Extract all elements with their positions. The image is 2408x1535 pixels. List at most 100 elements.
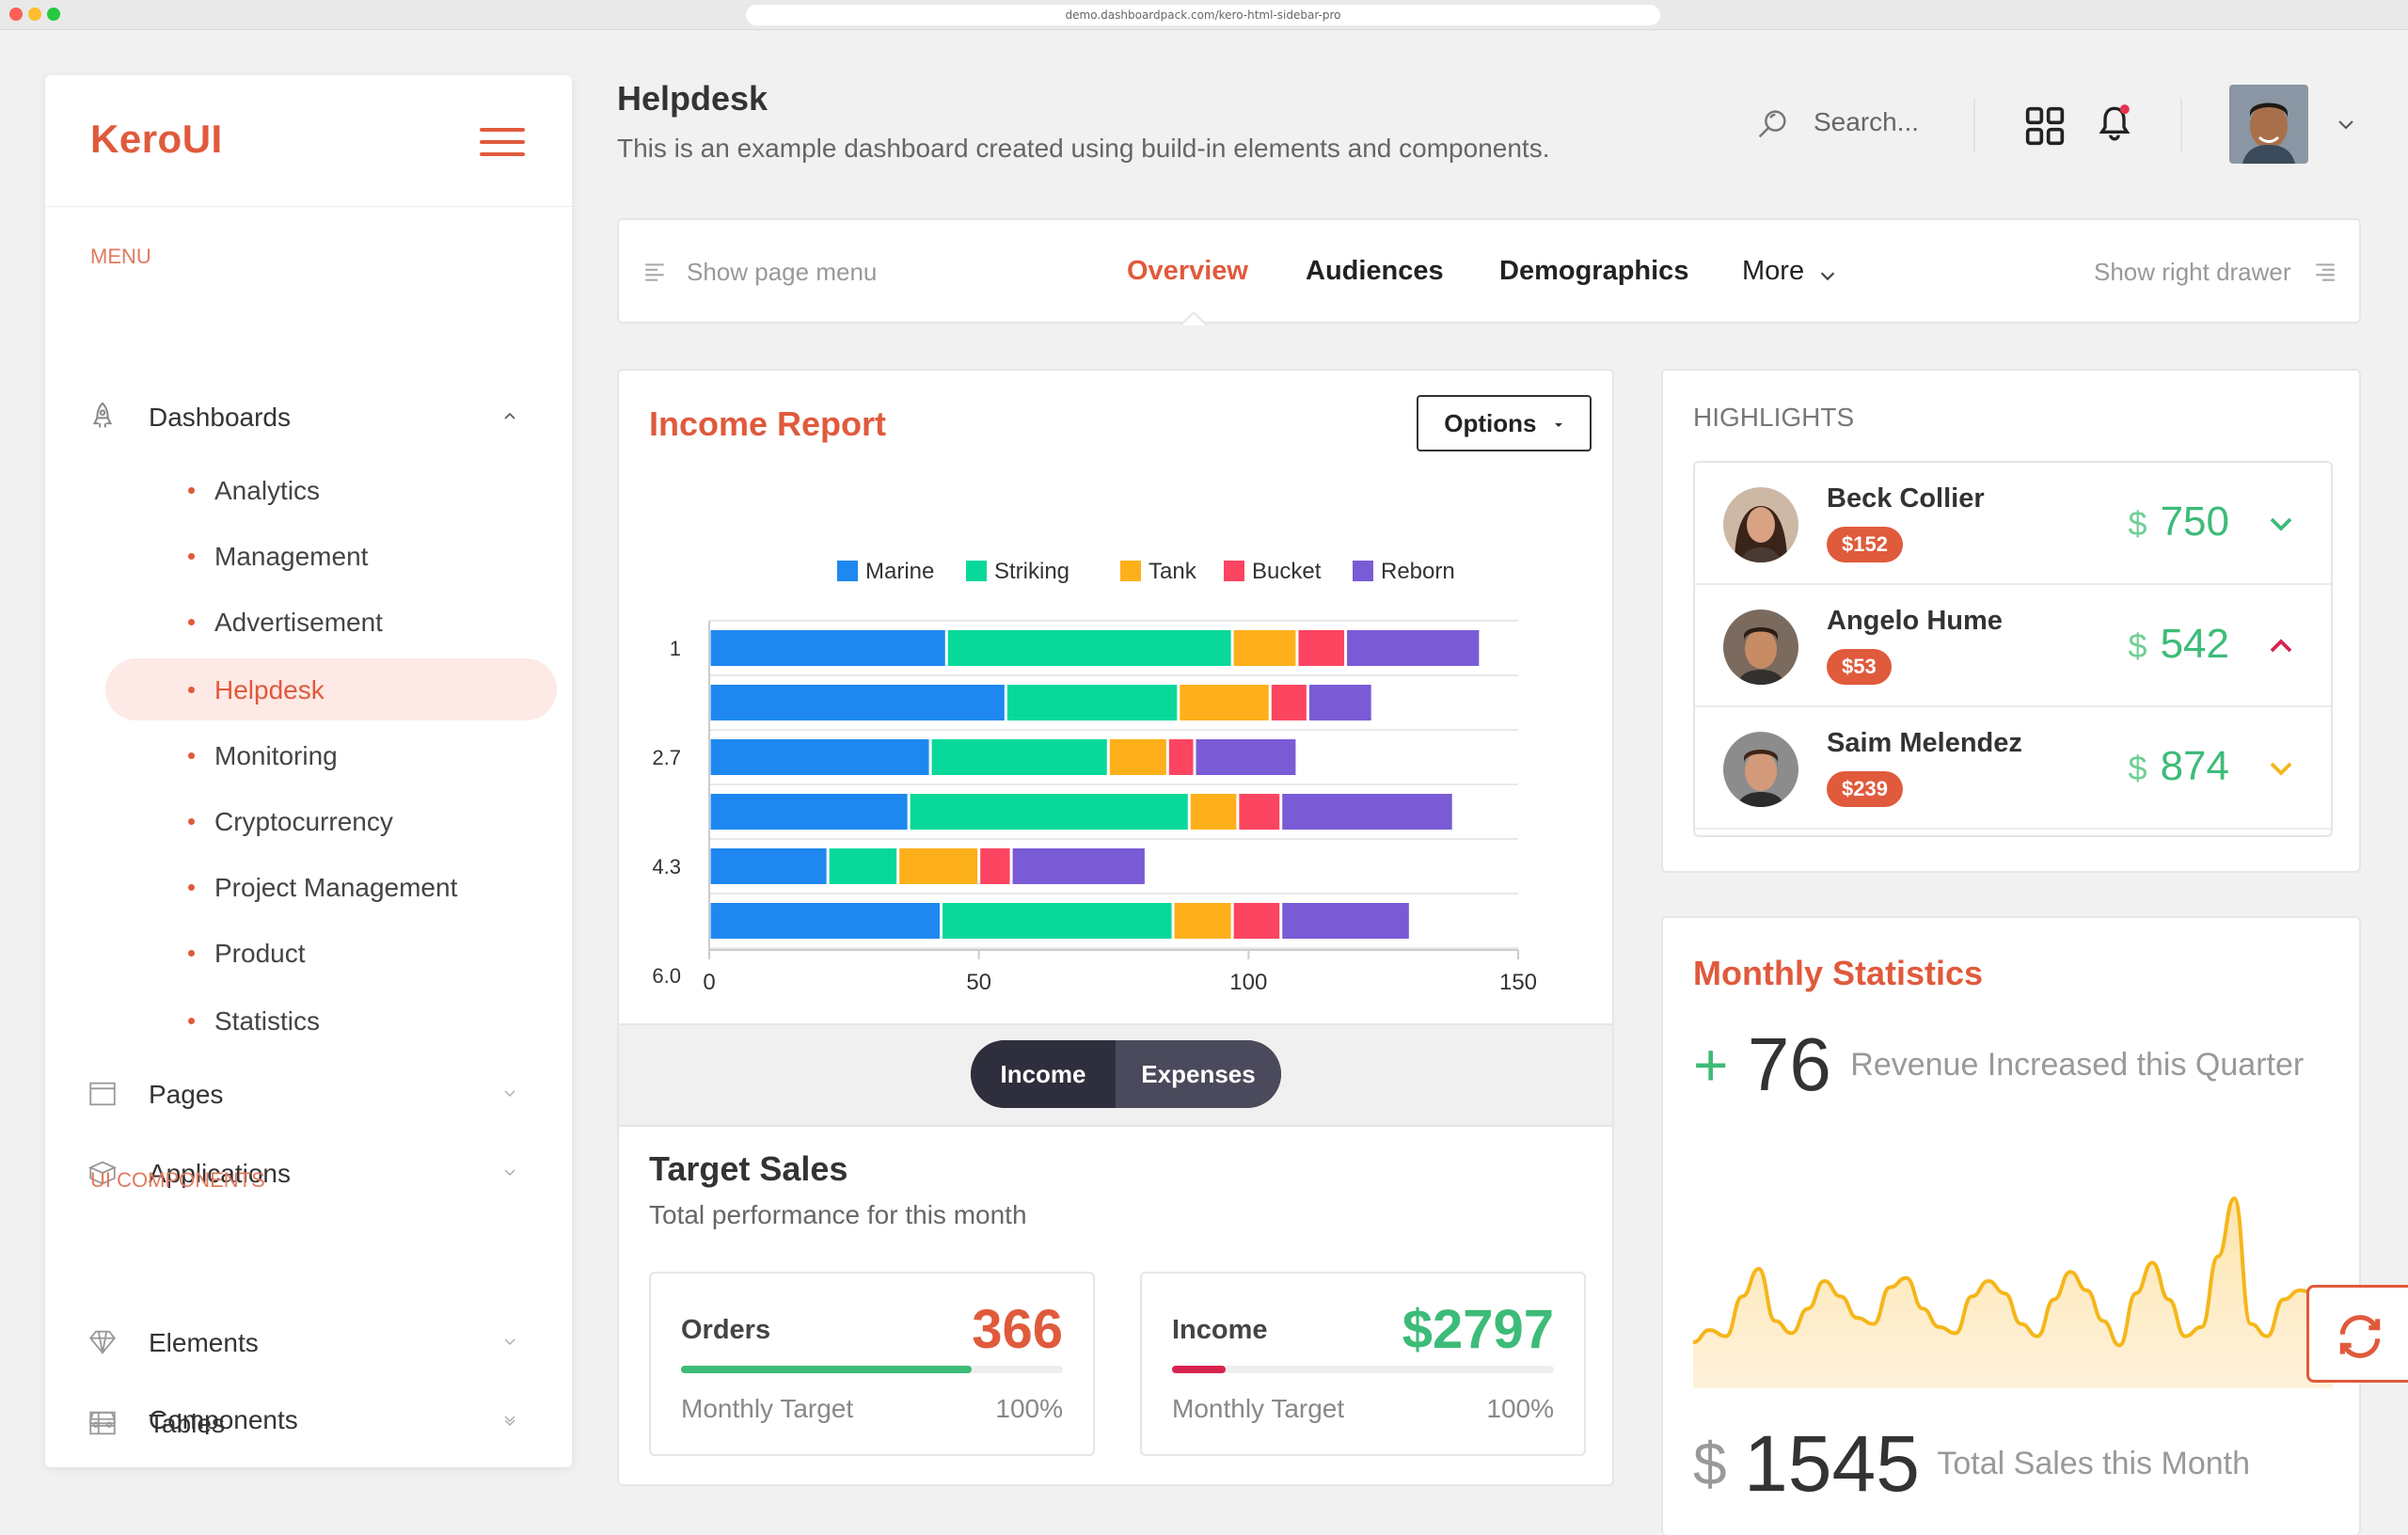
refresh-settings-button[interactable] (2306, 1285, 2408, 1383)
orders-progress-bar (681, 1366, 972, 1373)
bullet-icon (188, 950, 195, 957)
sidebar-item-elements[interactable]: Elements (45, 1313, 572, 1369)
highlight-amount: $874 (2129, 743, 2229, 790)
highlight-amount: $750 (2129, 498, 2229, 546)
sidebar-item-helpdesk[interactable]: Helpdesk (105, 658, 557, 720)
expenses-toggle-button[interactable]: Expenses (1116, 1040, 1281, 1108)
bar-segment (1012, 848, 1145, 884)
income-toggle-button[interactable]: Income (971, 1040, 1116, 1108)
target-sales-subtitle: Total performance for this month (649, 1200, 1027, 1229)
list-item[interactable]: Saim Melendez $239 $874 (1695, 707, 2331, 830)
currency-symbol: $ (1693, 1430, 1727, 1498)
bar-segment (980, 848, 1010, 884)
sidebar-item-tables[interactable]: Tables (45, 1394, 572, 1450)
sidebar-item-management[interactable]: Management (105, 525, 557, 587)
legend-label: Marine (865, 559, 934, 584)
sidebar-item-monitoring[interactable]: Monitoring (105, 724, 557, 786)
sidebar-item-label: Project Management (214, 873, 458, 902)
sidebar-item-dashboards[interactable]: Dashboards (45, 388, 572, 444)
total-sales-caption: Total Sales this Month (1937, 1446, 2250, 1481)
chevron-down-icon[interactable] (2267, 510, 2295, 538)
bullet-icon (188, 884, 195, 891)
legend-swatch (1353, 561, 1373, 581)
sidebar-item-label: Tables (149, 1409, 225, 1438)
sidebar-item-analytics[interactable]: Analytics (105, 459, 557, 521)
notification-dot (2119, 104, 2130, 115)
tab-overview[interactable]: Overview (1127, 256, 1248, 287)
bar-segment (1347, 630, 1480, 666)
bullet-icon (188, 619, 195, 625)
menu-section-label: MENU (90, 245, 151, 268)
active-tab-caret (1180, 312, 1207, 325)
sidebar-item-advertisement[interactable]: Advertisement (105, 591, 557, 653)
tab-demographics[interactable]: Demographics (1499, 256, 1688, 287)
chevron-down-icon (504, 1169, 515, 1176)
legend-swatch (1224, 561, 1244, 581)
chevron-down-icon[interactable] (2267, 754, 2295, 783)
list-item[interactable]: Angelo Hume $53 $542 (1695, 585, 2331, 707)
notification-bell-icon[interactable] (2096, 102, 2133, 147)
avatar (1723, 732, 1798, 807)
sidebar-item-label: Analytics (214, 476, 321, 505)
tab-more[interactable]: More (1742, 256, 1804, 287)
show-right-drawer-link[interactable]: Show right drawer (2094, 258, 2291, 287)
orders-value: 366 (972, 1299, 1063, 1360)
sidebar-item-label: Statistics (214, 1006, 321, 1036)
user-avatar[interactable] (2229, 85, 2308, 164)
chevron-down-icon (504, 1090, 515, 1097)
sidebar-item-label: Product (214, 939, 306, 968)
amount-value: 750 (2160, 498, 2229, 545)
sidebar-item-cryptocurrency[interactable]: Cryptocurrency (105, 790, 557, 852)
bar-segment (1174, 903, 1231, 939)
apps-grid-icon[interactable] (2024, 105, 2066, 147)
y-tick-label: 6.0 (652, 964, 681, 988)
sidebar-item-statistics[interactable]: Statistics (105, 989, 557, 1052)
bar-segment (710, 739, 929, 775)
maximize-window-dot[interactable] (47, 8, 60, 21)
options-button[interactable]: Options (1417, 395, 1592, 451)
income-metric-card: Income $2797 Monthly Target 100% (1140, 1272, 1586, 1456)
address-bar[interactable]: demo.dashboardpack.com/kero-html-sidebar… (746, 5, 1660, 25)
close-window-dot[interactable] (9, 8, 23, 21)
sidebar-item-label: Dashboards (149, 403, 291, 432)
menu-lines-icon[interactable] (643, 260, 668, 284)
legend-swatch (966, 561, 987, 581)
monthly-statistics-title: Monthly Statistics (1693, 954, 1984, 992)
tab-audiences[interactable]: Audiences (1306, 256, 1444, 287)
income-label: Income (1172, 1315, 1268, 1345)
sparkline-area (1693, 1198, 2333, 1388)
logo[interactable]: KeroUI (90, 117, 223, 162)
highlights-card: HIGHLIGHTS Beck Collier $152 $750 Angelo… (1661, 369, 2361, 873)
orders-label: Orders (681, 1315, 771, 1345)
chevron-down-icon (1820, 272, 1835, 281)
minimize-window-dot[interactable] (28, 8, 41, 21)
search-box[interactable]: Search... (1753, 103, 1970, 145)
highlight-name: Saim Melendez (1827, 728, 2022, 758)
search-icon (1758, 110, 1786, 138)
bar-segment (1168, 739, 1194, 775)
sidebar-item-pages[interactable]: Pages (45, 1065, 572, 1121)
bar-segment (1233, 630, 1296, 666)
page-tabs-bar: Show page menu Overview Audiences Demogr… (617, 218, 2361, 325)
bar-segment (710, 903, 941, 939)
highlights-label: HIGHLIGHTS (1693, 403, 1855, 432)
chevron-down-icon[interactable] (2335, 113, 2357, 135)
chevron-up-icon[interactable] (2267, 632, 2295, 660)
search-placeholder: Search... (1814, 107, 1920, 136)
bar-segment (1298, 630, 1345, 666)
bar-segment (1180, 685, 1269, 720)
bar-segment (710, 794, 908, 830)
hamburger-menu-icon[interactable] (480, 128, 525, 158)
bar-segment (943, 903, 1172, 939)
menu-lines-icon[interactable] (2312, 260, 2337, 284)
legend-label: Striking (994, 559, 1069, 584)
orders-target-pct: 100% (995, 1394, 1063, 1423)
list-item[interactable]: Beck Collier $152 $750 (1695, 463, 2331, 585)
bullet-icon (188, 752, 195, 759)
show-page-menu-link[interactable]: Show page menu (687, 258, 877, 287)
bullet-icon (188, 818, 195, 825)
sidebar-item-product[interactable]: Product (105, 922, 557, 984)
sidebar-item-project-management[interactable]: Project Management (105, 856, 557, 918)
sidebar: KeroUI MENU Dashboards Analytics Managem… (45, 75, 572, 1467)
income-target-pct: 100% (1486, 1394, 1554, 1423)
